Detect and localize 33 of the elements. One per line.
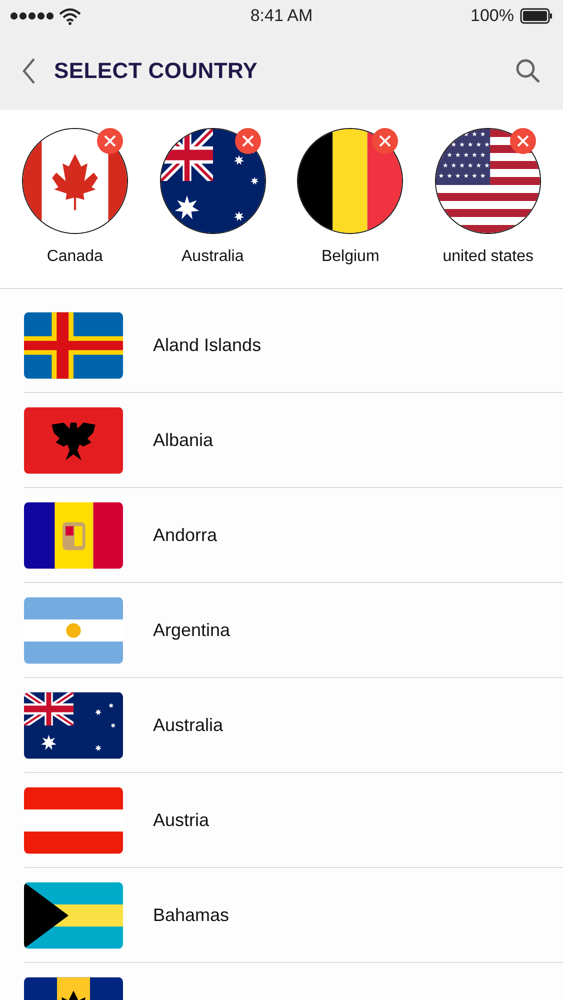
country-name: Australia <box>182 248 244 266</box>
close-icon <box>242 135 254 147</box>
search-button[interactable] <box>515 58 541 84</box>
signal-icon <box>10 12 55 20</box>
close-icon <box>379 135 392 147</box>
country-row[interactable]: Albania <box>24 393 563 488</box>
close-icon <box>517 135 530 147</box>
battery-percent: 100% <box>470 6 514 26</box>
flag-icon <box>24 596 123 664</box>
country-row[interactable]: Australia <box>24 678 563 773</box>
remove-button[interactable] <box>510 128 536 154</box>
country-row[interactable]: Austria <box>24 773 563 868</box>
country-row[interactable]: Bahamas <box>24 868 563 963</box>
flag-icon <box>297 128 404 234</box>
flag-icon <box>24 692 123 758</box>
flag-icon <box>24 786 123 854</box>
page-title: SELECT COUNTRY <box>54 58 259 84</box>
remove-button[interactable] <box>234 128 261 154</box>
flag-icon <box>24 312 123 378</box>
close-icon <box>104 135 116 147</box>
country-name: Canada <box>46 248 103 266</box>
country-name: Belgium <box>321 248 380 266</box>
country-row[interactable]: Andorra <box>24 488 563 583</box>
flag-icon <box>24 502 123 568</box>
status-time: 8:41 AM <box>250 6 313 26</box>
battery-icon <box>520 8 553 24</box>
country-row[interactable]: Aland Islands <box>24 298 563 393</box>
wifi-icon <box>59 8 81 24</box>
country-row[interactable]: Argentina <box>24 583 563 678</box>
flag-icon <box>24 882 123 948</box>
flag-icon <box>24 406 123 474</box>
country-name: united states <box>442 248 534 266</box>
back-button[interactable] <box>22 58 36 84</box>
